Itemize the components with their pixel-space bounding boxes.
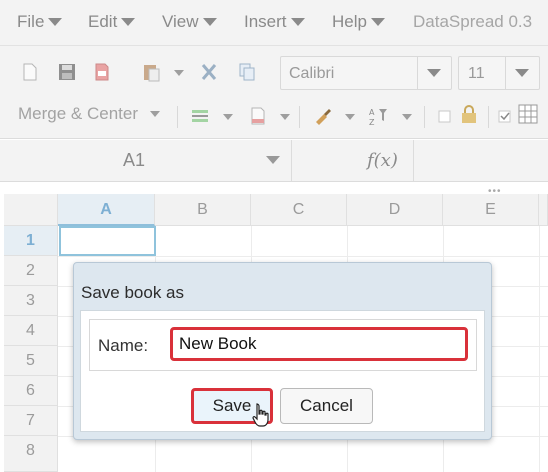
format-painter-icon[interactable]	[313, 106, 333, 126]
menu-view[interactable]: View	[162, 12, 217, 32]
cell-reference-value: A1	[123, 150, 146, 170]
chevron-down-icon[interactable]	[223, 114, 233, 120]
chevron-down-icon	[202, 18, 217, 26]
row-header-3[interactable]: 3	[4, 286, 58, 316]
book-name-input[interactable]	[170, 327, 468, 361]
menu-view-label: View	[162, 12, 199, 31]
gridline	[58, 256, 548, 257]
save-book-dialog: Save book as Name: Save Cancel	[73, 262, 492, 440]
chevron-down-icon	[427, 69, 441, 77]
chevron-down-icon	[48, 18, 63, 26]
chevron-down-icon[interactable]	[402, 114, 412, 120]
svg-text:A: A	[369, 108, 375, 117]
row-header-1[interactable]: 1	[4, 226, 58, 256]
selected-cell-a1[interactable]	[59, 226, 156, 256]
dialog-body: Name: Save Cancel	[80, 310, 485, 432]
insert-icon[interactable]	[248, 106, 268, 126]
gridlines-icon[interactable]	[518, 104, 538, 124]
column-header-a[interactable]: A	[58, 194, 155, 226]
menu-edit-label: Edit	[88, 12, 118, 31]
paste-icon[interactable]	[141, 62, 161, 82]
lock-icon[interactable]	[459, 104, 479, 124]
cell-reference-box[interactable]: A1	[0, 140, 292, 182]
checkbox-icon[interactable]	[438, 106, 452, 126]
toolbar-divider	[177, 106, 178, 128]
function-button[interactable]: f(x)	[292, 140, 414, 182]
hand-cursor-icon	[252, 403, 269, 427]
name-label: Name:	[98, 336, 149, 355]
font-family-value: Calibri	[289, 65, 335, 82]
row-header-8[interactable]: 8	[4, 436, 58, 472]
chevron-down-icon[interactable]	[345, 114, 355, 120]
merge-center-button[interactable]: Merge & Center	[18, 104, 160, 124]
svg-text:Z: Z	[369, 118, 375, 126]
row-header-2[interactable]: 2	[4, 256, 58, 286]
chevron-down-icon[interactable]	[280, 114, 290, 120]
menu-insert[interactable]: Insert	[244, 12, 305, 32]
menu-file-label: File	[17, 12, 45, 31]
font-family-select[interactable]: Calibri	[280, 56, 452, 90]
pdf-icon[interactable]	[92, 62, 112, 82]
chevron-down-icon	[150, 111, 160, 117]
border-icon[interactable]	[190, 106, 210, 126]
dialog-title: Save book as	[81, 283, 185, 302]
menu-help[interactable]: Help	[332, 12, 385, 32]
chevron-down-icon	[370, 18, 385, 26]
formula-input[interactable]	[414, 140, 548, 182]
app-title: DataSpread 0.3	[413, 12, 533, 31]
chevron-down-icon	[515, 69, 529, 77]
row-header-6[interactable]: 6	[4, 376, 58, 406]
cancel-button[interactable]: Cancel	[280, 388, 373, 424]
row-header-5[interactable]: 5	[4, 346, 58, 376]
merge-center-label: Merge & Center	[18, 104, 138, 123]
font-size-select[interactable]: 11	[458, 56, 540, 90]
save-icon[interactable]	[57, 62, 77, 82]
column-header-c[interactable]: C	[251, 194, 347, 226]
menu-file[interactable]: File	[17, 12, 63, 32]
column-header-d[interactable]: D	[347, 194, 443, 226]
toolbar-divider	[299, 106, 300, 128]
column-header-e[interactable]: E	[443, 194, 539, 226]
font-size-value: 11	[468, 65, 485, 82]
toolbar: Calibri 11 Merge & Center AZ	[0, 46, 548, 139]
toolbar-divider	[488, 106, 489, 128]
menu-help-label: Help	[332, 12, 367, 31]
sort-filter-icon[interactable]: AZ	[368, 106, 388, 126]
column-header-b[interactable]: B	[155, 194, 251, 226]
menu-insert-label: Insert	[244, 12, 287, 31]
name-row: Name:	[89, 319, 477, 371]
toolbar-divider	[424, 106, 425, 128]
chevron-down-icon	[121, 18, 136, 26]
corner-header[interactable]	[4, 194, 58, 226]
chevron-down-icon	[290, 18, 305, 26]
font-size-dropdown[interactable]	[505, 57, 539, 89]
formula-bar: A1 f(x)	[0, 140, 548, 182]
menu-edit[interactable]: Edit	[88, 12, 136, 32]
checkbox-checked-icon[interactable]	[498, 106, 512, 126]
chevron-down-icon[interactable]	[266, 156, 280, 164]
function-label: f(x)	[367, 150, 398, 171]
font-family-dropdown[interactable]	[417, 57, 451, 89]
copy-icon[interactable]	[237, 62, 257, 82]
cut-icon[interactable]	[199, 62, 219, 82]
row-header-7[interactable]: 7	[4, 406, 58, 436]
column-header-f[interactable]	[539, 194, 548, 226]
new-file-icon[interactable]	[20, 62, 40, 82]
menu-bar: File Edit View Insert Help DataSpread 0.…	[0, 0, 548, 46]
paste-dropdown-icon[interactable]	[174, 70, 184, 76]
row-header-4[interactable]: 4	[4, 316, 58, 346]
